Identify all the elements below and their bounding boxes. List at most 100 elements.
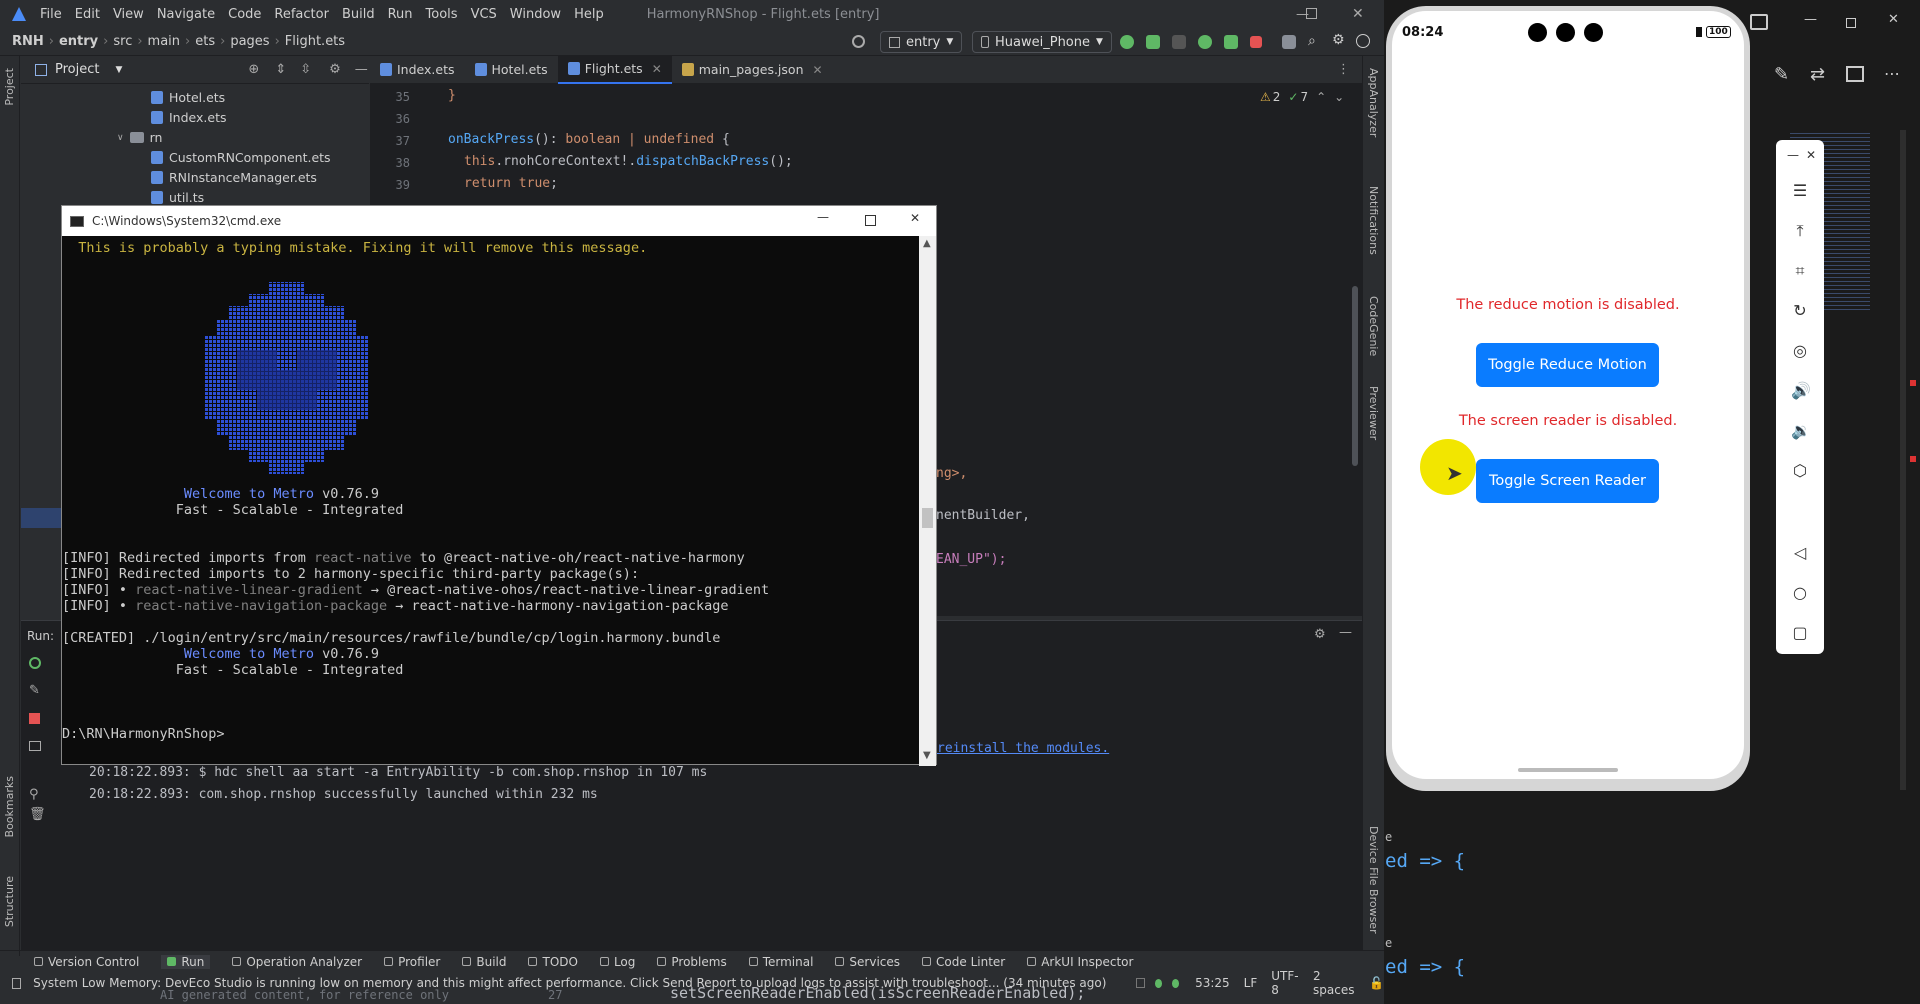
tree-item[interactable]: RNInstanceManager.ets [151, 170, 317, 185]
close-icon[interactable]: ✕ [1802, 146, 1820, 164]
scroll-down-icon[interactable]: ▼ [923, 750, 931, 761]
tool-tab-log[interactable]: Log [599, 955, 635, 969]
menu-item-build[interactable]: Build [342, 7, 375, 22]
hide-icon[interactable]: — [355, 62, 368, 77]
tool-tab-services[interactable]: Services [835, 955, 900, 969]
menu-item-navigate[interactable]: Navigate [157, 7, 215, 22]
structure-side-tab[interactable]: Structure [3, 876, 16, 927]
profile-icon[interactable] [1172, 35, 1186, 49]
hide-icon[interactable]: — [1339, 625, 1352, 640]
tab-hotel[interactable]: Hotel.ets [465, 56, 558, 84]
cmd-output[interactable]: This is probably a typing mistake. Fixin… [62, 236, 920, 766]
tree-item[interactable]: util.ts [151, 190, 204, 205]
debug-icon[interactable] [1146, 35, 1160, 49]
stop-icon[interactable] [29, 713, 40, 724]
menu-item-refactor[interactable]: Refactor [274, 7, 329, 22]
code-line[interactable]: } [448, 88, 456, 103]
menu-item-help[interactable]: Help [574, 7, 604, 22]
apply-changes-icon[interactable] [1198, 35, 1212, 49]
project-side-tab[interactable]: Project [3, 68, 16, 106]
toggle-screen-reader-button[interactable]: Toggle Screen Reader [1476, 459, 1659, 503]
tab-main-pages[interactable]: main_pages.json ✕ [672, 56, 833, 84]
minimize-icon[interactable]: — [1784, 146, 1802, 164]
layout-icon[interactable] [29, 741, 41, 751]
device-manager-icon[interactable] [1282, 35, 1296, 49]
minimize-icon[interactable]: — [817, 210, 829, 224]
notifications-side-tab[interactable]: Notifications [1367, 186, 1380, 255]
rerun-icon[interactable] [29, 657, 41, 669]
tool-tab-arkui-inspector[interactable]: ArkUI Inspector [1027, 955, 1133, 969]
lock-icon[interactable]: 🔓 [1369, 976, 1384, 990]
back-icon[interactable]: ◁ [1791, 544, 1809, 562]
menu-item-run[interactable]: Run [388, 7, 413, 22]
settings-icon[interactable]: ⚙ [1332, 32, 1345, 48]
menu-item-edit[interactable]: Edit [75, 7, 100, 22]
breadcrumb-item[interactable]: ets [195, 34, 215, 49]
more-tabs-icon[interactable]: ⋮ [1337, 62, 1350, 77]
account-icon[interactable] [1356, 34, 1370, 48]
search-icon[interactable]: ⌕ [1308, 33, 1316, 49]
inspection-widget[interactable]: ⚠ 2 ✓ 7 ⌃ ⌄ [1260, 90, 1344, 104]
trash-icon[interactable]: 🗑 [29, 807, 46, 822]
menu-item-vcs[interactable]: VCS [471, 7, 497, 22]
record-icon[interactable]: ◎ [1791, 342, 1809, 360]
menu-item-code[interactable]: Code [228, 7, 261, 22]
tool-tab-code-linter[interactable]: Code Linter [922, 955, 1005, 969]
cmd-title-bar[interactable]: C:\Windows\System32\cmd.exe — ✕ [62, 206, 936, 236]
wrench-icon[interactable]: ✎ [29, 683, 40, 698]
breadcrumb-item[interactable]: src [113, 34, 132, 49]
split-editor-icon[interactable] [1846, 66, 1864, 82]
close-tab-icon[interactable]: ✕ [652, 62, 662, 76]
breadcrumb-item[interactable]: main [148, 34, 180, 49]
gear-icon[interactable]: ⚙ [329, 62, 341, 77]
toggle-reduce-motion-button[interactable]: Toggle Reduce Motion [1476, 343, 1659, 387]
close-icon[interactable]: ✕ [910, 211, 920, 225]
chevron-up-icon[interactable]: ⌃ [1316, 90, 1326, 104]
editor-scrollbar[interactable] [1352, 286, 1358, 466]
home-indicator[interactable] [1518, 768, 1618, 772]
indent-setting[interactable]: 2 spaces [1313, 969, 1355, 997]
stop-icon[interactable] [1250, 36, 1262, 48]
chevron-down-icon[interactable]: ▼ [115, 65, 122, 75]
file-encoding[interactable]: UTF-8 [1271, 969, 1299, 997]
maximize-icon[interactable] [865, 215, 876, 226]
status-icon[interactable] [12, 977, 22, 989]
breadcrumb-item[interactable]: Flight.ets [285, 34, 345, 49]
screenshot-icon[interactable]: ⌗ [1791, 262, 1809, 280]
breadcrumb-item[interactable]: pages [230, 34, 269, 49]
run-icon[interactable] [1120, 35, 1134, 49]
gear-icon[interactable]: ⚙ [1314, 627, 1326, 642]
target-icon[interactable] [852, 35, 865, 48]
caret-position[interactable]: 53:25 [1195, 976, 1230, 990]
previewer-side-tab[interactable]: Previewer [1367, 386, 1380, 440]
pin-icon[interactable]: ⚲ [29, 787, 39, 802]
tool-tab-terminal[interactable]: Terminal [748, 955, 813, 969]
tool-tab-problems[interactable]: Problems [657, 955, 727, 969]
menu-item-window[interactable]: Window [510, 7, 561, 22]
volume-up-icon[interactable]: 🔊 [1791, 382, 1811, 400]
pin-top-icon[interactable]: ⤒ [1791, 222, 1809, 240]
scroll-up-icon[interactable]: ▲ [923, 238, 931, 249]
tab-index[interactable]: Index.ets [370, 56, 465, 84]
code-line[interactable]: onBackPress(): boolean | undefined { [448, 132, 730, 147]
run-config-dropdown[interactable]: entry ▼ [880, 31, 963, 53]
line-separator[interactable]: LF [1244, 976, 1258, 990]
shake-icon[interactable]: ⬡ [1791, 462, 1809, 480]
device-file-browser-side-tab[interactable]: Device File Browser [1367, 826, 1380, 934]
breadcrumb-item[interactable]: entry [59, 34, 98, 49]
code-line[interactable]: return true; [464, 176, 558, 191]
home-icon[interactable]: ○ [1791, 584, 1809, 602]
expand-all-icon[interactable]: ⇕ [275, 62, 286, 77]
close-icon[interactable]: ✕ [1888, 12, 1899, 27]
collapse-all-icon[interactable]: ⇳ [300, 62, 311, 77]
tree-item[interactable]: Index.ets [151, 110, 227, 125]
tool-tab-profiler[interactable]: Profiler [384, 955, 440, 969]
scrollbar[interactable] [1900, 130, 1906, 790]
split-view-icon[interactable] [1750, 14, 1768, 30]
volume-down-icon[interactable]: 🔉 [1791, 422, 1811, 440]
menu-item-view[interactable]: View [113, 7, 144, 22]
more-icon[interactable]: ⋯ [1884, 64, 1900, 83]
tool-tab-todo[interactable]: TODO [528, 955, 578, 969]
codegenie-side-tab[interactable]: CodeGenie [1367, 296, 1380, 356]
restore-icon[interactable] [1306, 8, 1317, 19]
